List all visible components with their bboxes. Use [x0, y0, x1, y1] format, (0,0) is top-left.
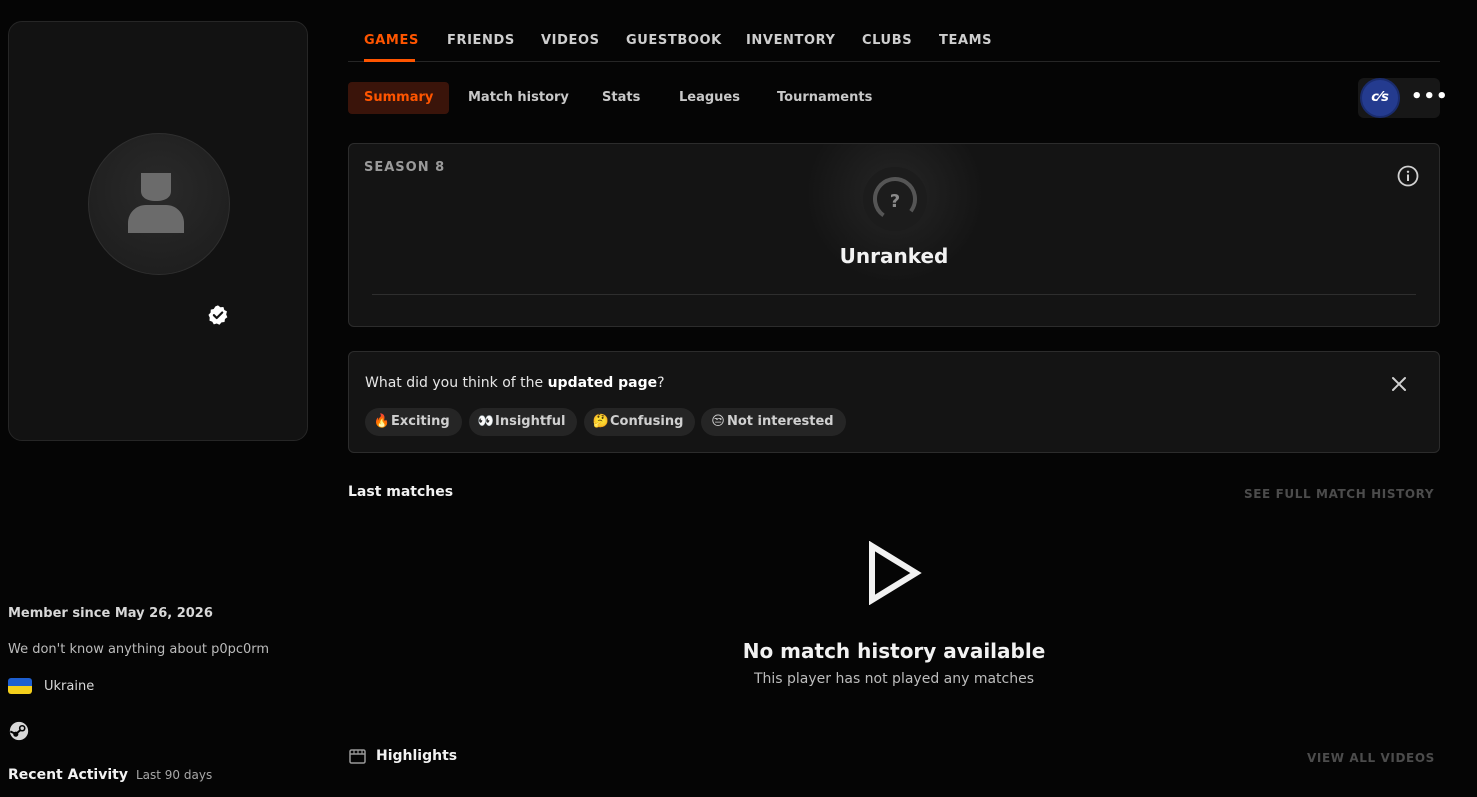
- feedback-card: What did you think of the updated page? …: [348, 351, 1440, 453]
- film-icon: [349, 749, 366, 764]
- nav-clubs[interactable]: CLUBS: [862, 33, 912, 48]
- game-switcher: c⁄s •••: [1358, 78, 1448, 118]
- feedback-question: What did you think of the updated page?: [365, 375, 665, 391]
- nav-guestbook[interactable]: GUESTBOOK: [626, 33, 722, 48]
- nav-teams[interactable]: TEAMS: [939, 33, 992, 48]
- play-icon: [869, 541, 922, 605]
- tab-stats[interactable]: Stats: [602, 82, 640, 114]
- season-divider: [372, 294, 1416, 295]
- country-label: Ukraine: [44, 678, 95, 694]
- steam-icon[interactable]: [8, 720, 30, 742]
- unamused-emoji-icon: 😒: [711, 414, 725, 429]
- user-placeholder-icon: [128, 173, 184, 233]
- feedback-option-label: Exciting: [391, 414, 450, 429]
- avatar[interactable]: [88, 133, 230, 275]
- bio-text: We don't know anything about p0pc0rm: [8, 642, 270, 657]
- highlights-title: Highlights: [376, 748, 458, 764]
- nav-videos[interactable]: VIDEOS: [541, 33, 600, 48]
- fire-emoji-icon: 🔥: [373, 414, 391, 429]
- member-since: Member since May 26, 2026: [8, 606, 213, 621]
- feedback-option-confusing[interactable]: 🤔Confusing: [584, 408, 696, 436]
- info-icon[interactable]: [1397, 165, 1419, 187]
- top-nav: GAMES FRIENDS VIDEOS GUESTBOOK INVENTORY…: [348, 0, 1440, 62]
- eyes-emoji-icon: 👀: [477, 414, 495, 429]
- more-icon[interactable]: •••: [1411, 88, 1449, 106]
- recent-activity-header: Recent Activity Last 90 days: [8, 767, 212, 783]
- ukraine-flag-icon: [8, 678, 32, 694]
- tab-leagues[interactable]: Leagues: [679, 82, 740, 114]
- cs2-game-logo[interactable]: c⁄s: [1360, 78, 1400, 118]
- feedback-question-bold: updated page: [547, 375, 658, 391]
- unranked-rank-icon: ?: [863, 167, 927, 231]
- feedback-option-label: Not interested: [727, 414, 834, 429]
- tab-match-history[interactable]: Match history: [468, 82, 569, 114]
- empty-state-subtitle: This player has not played any matches: [753, 671, 1035, 687]
- tab-summary[interactable]: Summary: [348, 82, 450, 114]
- close-icon[interactable]: [1389, 374, 1409, 394]
- last-matches-title: Last matches: [348, 484, 454, 500]
- season-label: SEASON 8: [364, 160, 446, 175]
- nav-inventory[interactable]: INVENTORY: [746, 33, 836, 48]
- feedback-option-label: Insightful: [495, 414, 566, 429]
- verified-badge-icon: [208, 305, 228, 325]
- profile-card: [8, 21, 308, 441]
- view-all-videos-link[interactable]: VIEW ALL VIDEOS: [1307, 751, 1435, 765]
- thinking-emoji-icon: 🤔: [592, 414, 610, 429]
- nav-games[interactable]: GAMES: [364, 33, 419, 48]
- country-row: Ukraine: [8, 678, 94, 694]
- nav-friends[interactable]: FRIENDS: [447, 33, 515, 48]
- tab-tournaments[interactable]: Tournaments: [777, 82, 872, 114]
- season-card: SEASON 8 ? Unranked: [348, 143, 1440, 327]
- feedback-option-not-interested[interactable]: 😒 Not interested: [701, 408, 846, 436]
- active-tab-underline: [364, 59, 415, 62]
- feedback-question-suffix: ?: [657, 375, 665, 391]
- rank-label: Unranked: [839, 244, 949, 268]
- feedback-option-exciting[interactable]: 🔥Exciting: [365, 408, 462, 436]
- feedback-option-insightful[interactable]: 👀Insightful: [469, 408, 578, 436]
- recent-activity-title: Recent Activity: [8, 767, 128, 783]
- empty-state-title: No match history available: [742, 639, 1046, 663]
- rank-symbol: ?: [890, 191, 900, 212]
- recent-activity-range: Last 90 days: [135, 768, 213, 782]
- feedback-question-prefix: What did you think of the: [365, 375, 548, 391]
- see-full-match-history-link[interactable]: SEE FULL MATCH HISTORY: [1244, 487, 1434, 501]
- feedback-option-label: Confusing: [610, 414, 684, 429]
